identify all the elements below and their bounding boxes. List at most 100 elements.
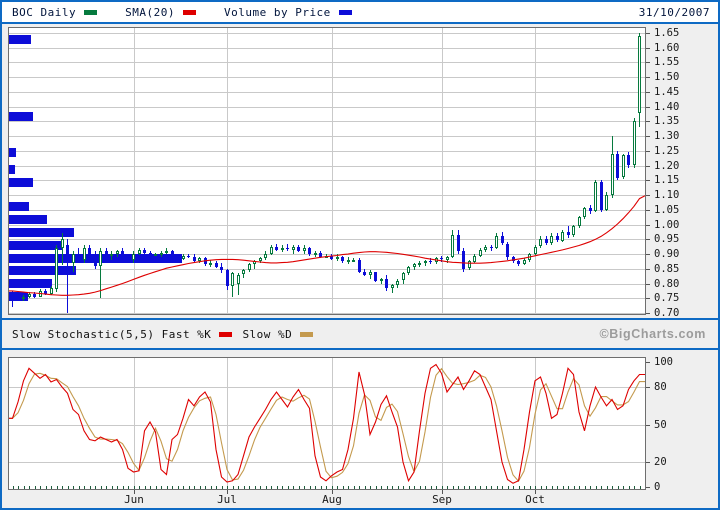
day-tick bbox=[414, 486, 415, 489]
price-axis-tick bbox=[646, 195, 650, 196]
day-tick bbox=[150, 486, 151, 489]
price-axis-label: 1.40 bbox=[654, 102, 679, 112]
price-axis-tick bbox=[646, 121, 650, 122]
price-axis-tick bbox=[646, 48, 650, 49]
day-tick bbox=[260, 486, 261, 489]
stochastic-k-label: Slow Stochastic(5,5) Fast %K bbox=[12, 328, 211, 341]
day-tick bbox=[13, 486, 14, 489]
month-label: Sep bbox=[432, 494, 452, 506]
bigcharts-stock-chart: BOC Daily SMA(20) Volume by Price 31/10/… bbox=[0, 0, 720, 510]
day-tick bbox=[458, 486, 459, 489]
price-axis-tick bbox=[646, 313, 650, 314]
fast-k-swatch-icon bbox=[219, 332, 232, 337]
panel-separator bbox=[2, 318, 718, 320]
day-tick bbox=[134, 486, 135, 489]
day-tick bbox=[409, 486, 410, 489]
day-tick bbox=[491, 486, 492, 489]
chart-date: 31/10/2007 bbox=[639, 6, 718, 19]
day-tick bbox=[145, 486, 146, 489]
day-tick bbox=[590, 486, 591, 489]
day-tick bbox=[112, 486, 113, 489]
price-axis-label: 1.05 bbox=[654, 205, 679, 215]
day-tick bbox=[62, 486, 63, 489]
day-tick bbox=[326, 486, 327, 489]
day-tick bbox=[233, 486, 234, 489]
day-tick bbox=[513, 486, 514, 489]
stoch-axis-tick bbox=[646, 487, 650, 488]
price-axis-tick bbox=[646, 210, 650, 211]
stoch-axis-label: 0 bbox=[654, 482, 660, 492]
price-axis-tick bbox=[646, 284, 650, 285]
price-axis-label: 1.25 bbox=[654, 146, 679, 156]
day-tick bbox=[183, 486, 184, 489]
month-label: Aug bbox=[322, 494, 342, 506]
day-tick bbox=[90, 486, 91, 489]
price-axis-label: 1.15 bbox=[654, 175, 679, 185]
price-axis-tick bbox=[646, 77, 650, 78]
price-axis-label: 1.60 bbox=[654, 43, 679, 53]
sma-swatch-icon bbox=[183, 10, 196, 15]
day-tick bbox=[227, 486, 228, 489]
day-tick bbox=[387, 486, 388, 489]
price-axis-tick bbox=[646, 225, 650, 226]
day-tick bbox=[530, 486, 531, 489]
price-axis-tick bbox=[646, 269, 650, 270]
price-axis-label: 1.10 bbox=[654, 190, 679, 200]
day-tick bbox=[139, 486, 140, 489]
day-tick bbox=[249, 486, 250, 489]
day-tick bbox=[244, 486, 245, 489]
price-axis-label: 0.90 bbox=[654, 249, 679, 259]
sma20-line bbox=[9, 28, 645, 314]
day-tick bbox=[574, 486, 575, 489]
day-tick bbox=[557, 486, 558, 489]
day-tick bbox=[612, 486, 613, 489]
day-tick bbox=[205, 486, 206, 489]
day-tick bbox=[271, 486, 272, 489]
day-tick bbox=[123, 486, 124, 489]
day-tick bbox=[447, 486, 448, 489]
day-tick bbox=[497, 486, 498, 489]
price-axis-tick bbox=[646, 92, 650, 93]
day-tick bbox=[332, 486, 333, 489]
day-tick bbox=[211, 486, 212, 489]
day-tick bbox=[46, 486, 47, 489]
day-tick bbox=[57, 486, 58, 489]
day-tick bbox=[35, 486, 36, 489]
day-tick bbox=[596, 486, 597, 489]
price-axis-tick bbox=[646, 62, 650, 63]
day-tick bbox=[436, 486, 437, 489]
price-axis-label: 1.35 bbox=[654, 116, 679, 126]
price-axis-tick bbox=[646, 151, 650, 152]
price-axis-label: 0.80 bbox=[654, 279, 679, 289]
price-axis-tick bbox=[646, 298, 650, 299]
day-tick bbox=[343, 486, 344, 489]
price-axis-label: 1.55 bbox=[654, 57, 679, 67]
day-tick bbox=[68, 486, 69, 489]
price-axis-label: 0.75 bbox=[654, 293, 679, 303]
price-axis-label: 0.95 bbox=[654, 234, 679, 244]
stoch-axis-label: 20 bbox=[654, 457, 667, 467]
day-tick bbox=[293, 486, 294, 489]
stoch-axis-tick bbox=[646, 387, 650, 388]
day-tick bbox=[238, 486, 239, 489]
day-tick bbox=[640, 486, 641, 489]
day-tick bbox=[266, 486, 267, 489]
day-tick bbox=[216, 486, 217, 489]
day-tick bbox=[524, 486, 525, 489]
day-tick bbox=[128, 486, 129, 489]
day-tick bbox=[453, 486, 454, 489]
bigcharts-watermark: ©BigCharts.com bbox=[599, 327, 718, 341]
price-plot-area bbox=[8, 27, 646, 315]
slow-d-swatch-icon bbox=[300, 332, 313, 337]
chart-header: BOC Daily SMA(20) Volume by Price 31/10/… bbox=[2, 2, 718, 24]
day-tick bbox=[618, 486, 619, 489]
stochastic-plot-area bbox=[8, 357, 646, 490]
day-tick bbox=[304, 486, 305, 489]
day-tick bbox=[51, 486, 52, 489]
day-tick bbox=[84, 486, 85, 489]
month-label: Oct bbox=[525, 494, 545, 506]
day-tick bbox=[365, 486, 366, 489]
day-tick bbox=[392, 486, 393, 489]
stoch-axis-tick bbox=[646, 362, 650, 363]
day-tick bbox=[40, 486, 41, 489]
